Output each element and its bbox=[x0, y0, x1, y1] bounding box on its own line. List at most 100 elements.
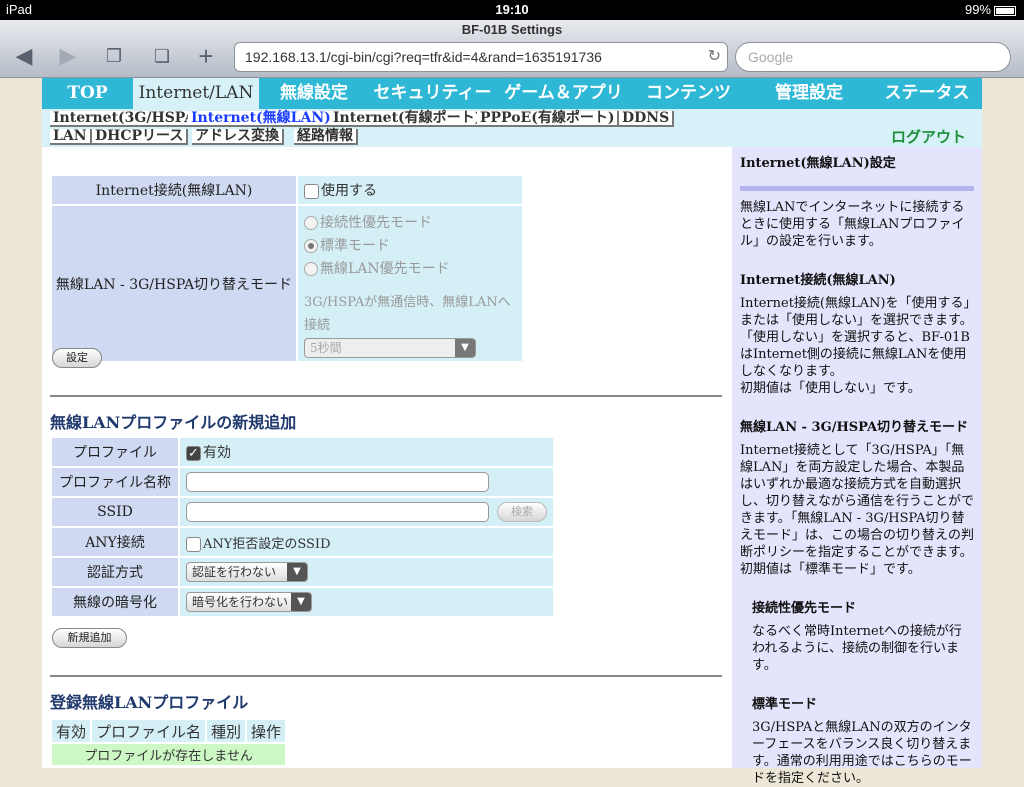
encryption-label: 無線の暗号化 bbox=[50, 586, 180, 618]
ios-status-bar: iPad 19:10 99% bbox=[0, 0, 1024, 20]
search-input[interactable]: Google bbox=[735, 42, 1011, 72]
clock: 19:10 bbox=[495, 2, 529, 17]
auth-method-label: 認証方式 bbox=[50, 556, 180, 588]
battery-icon bbox=[994, 5, 1016, 16]
bookmarks-icon[interactable]: ❏ bbox=[148, 42, 176, 70]
help-connectivity-text: なるべく常時Internetへの接続が行われるように、接続の制御を行います。 bbox=[752, 624, 962, 673]
chevron-down-icon: ▼ bbox=[291, 593, 311, 611]
enabled-label: 有効 bbox=[203, 445, 231, 461]
help-internet-text: Internet接続(無線LAN)を「使用する」または「使用しない」を選択できま… bbox=[740, 296, 973, 379]
profile-name-cell bbox=[178, 466, 555, 498]
tab-internet-lan[interactable]: Internet/LAN bbox=[133, 78, 259, 109]
pages-icon[interactable]: ❐ bbox=[100, 42, 128, 70]
help-title: Internet(無線LAN)設定 bbox=[740, 156, 896, 171]
encryption-cell: 暗号化を行わない ▼ bbox=[178, 586, 555, 618]
use-label: 使用する bbox=[321, 183, 377, 199]
fallback-label: 3G/HSPAが無通信時、無線LANへ接続 bbox=[304, 295, 511, 333]
ssid-input[interactable] bbox=[186, 502, 489, 522]
profile-name-input[interactable] bbox=[186, 472, 489, 492]
registered-profiles-table: 有効 プロファイル名 種別 操作 プロファイルが存在しません bbox=[49, 718, 288, 767]
browser-page-title: BF-01B Settings bbox=[461, 22, 563, 37]
reload-icon[interactable]: ↻ bbox=[708, 43, 721, 71]
new-profile-heading: 無線LANプロファイルの新規追加 bbox=[50, 413, 297, 432]
url-text: 192.168.13.1/cgi-bin/cgi?req=tfr&id=4&ra… bbox=[245, 49, 602, 65]
tab-top[interactable]: TOP bbox=[42, 78, 133, 109]
profile-enabled-checkbox[interactable]: ✓ bbox=[186, 445, 201, 461]
profile-name-label: プロファイル名称 bbox=[50, 466, 180, 498]
registered-profiles-heading: 登録無線LANプロファイル bbox=[50, 693, 249, 712]
new-profile-table: プロファイル ✓ 有効 プロファイル名称 SSID 検索 ANY接続 ANY拒否設… bbox=[50, 436, 555, 618]
use-checkbox-cell: 使用する bbox=[296, 174, 524, 206]
subtab-lan[interactable]: LAN bbox=[50, 129, 92, 145]
chevron-down-icon: ▼ bbox=[455, 339, 475, 357]
subtab-ddns[interactable]: DDNS bbox=[619, 111, 675, 127]
mode-option-standard[interactable]: 標準モード bbox=[304, 235, 521, 258]
back-icon[interactable]: ◀ bbox=[10, 42, 38, 70]
section-divider bbox=[50, 675, 722, 677]
subtab-internet-3g[interactable]: Internet(3G/HSPA) bbox=[50, 111, 207, 127]
fallback-select[interactable]: 5秒間 ▼ bbox=[304, 338, 476, 358]
help-standard-title: 標準モード bbox=[752, 697, 818, 712]
battery-indicator: 99% bbox=[965, 2, 1016, 17]
ssid-label: SSID bbox=[50, 496, 180, 528]
submit-settings-button[interactable]: 設定 bbox=[52, 348, 102, 368]
radio-standard[interactable] bbox=[304, 239, 318, 253]
chevron-down-icon: ▼ bbox=[287, 563, 307, 581]
help-mode-default: 初期値は「標準モード」です。 bbox=[740, 562, 921, 577]
radio-wlan-priority[interactable] bbox=[304, 262, 318, 276]
router-settings-page: TOP Internet/LAN 無線設定 セキュリティー ゲーム＆アプリ コン… bbox=[42, 78, 982, 786]
help-internet-title: Internet接続(無線LAN) bbox=[740, 273, 896, 288]
address-bar[interactable]: 192.168.13.1/cgi-bin/cgi?req=tfr&id=4&ra… bbox=[234, 42, 728, 72]
use-checkbox[interactable] bbox=[304, 183, 319, 199]
auth-method-select[interactable]: 認証を行わない ▼ bbox=[186, 562, 308, 582]
browser-toolbar: BF-01B Settings ◀ ▶ ❐ ❏ + 192.168.13.1/c… bbox=[0, 20, 1024, 78]
forward-icon[interactable]: ▶ bbox=[54, 42, 82, 70]
subtab-route-info[interactable]: 経路情報 bbox=[294, 129, 358, 145]
tab-admin[interactable]: 管理設定 bbox=[746, 78, 872, 109]
help-internet-default: 初期値は「使用しない」です。 bbox=[740, 381, 921, 396]
column-enabled: 有効 bbox=[49, 718, 93, 744]
help-mode-title: 無線LAN - 3G/HSPA切り替えモード bbox=[740, 420, 969, 435]
help-connectivity-title: 接続性優先モード bbox=[752, 601, 857, 616]
mode-option-connectivity[interactable]: 接続性優先モード bbox=[304, 212, 521, 235]
column-type: 種別 bbox=[205, 718, 248, 744]
add-icon[interactable]: + bbox=[192, 42, 220, 70]
mode-option-wlan-priority[interactable]: 無線LAN優先モード bbox=[304, 258, 521, 281]
main-nav: TOP Internet/LAN 無線設定 セキュリティー ゲーム＆アプリ コン… bbox=[42, 78, 982, 109]
help-sidebar: Internet(無線LAN)設定 無線LANでインターネットに接続するときに使… bbox=[732, 147, 982, 786]
any-connection-cell: ANY拒否設定のSSID bbox=[178, 526, 555, 558]
empty-message: プロファイルが存在しません bbox=[49, 742, 288, 767]
help-divider bbox=[740, 186, 974, 191]
encryption-select[interactable]: 暗号化を行わない ▼ bbox=[186, 592, 312, 612]
tab-status[interactable]: ステータス bbox=[872, 78, 982, 109]
column-operation: 操作 bbox=[245, 718, 288, 744]
auth-method-cell: 認証を行わない ▼ bbox=[178, 556, 555, 588]
add-profile-button[interactable]: 新規追加 bbox=[52, 628, 127, 648]
any-connection-label: ANY接続 bbox=[50, 526, 180, 558]
ssid-cell: 検索 bbox=[178, 496, 555, 528]
profile-enabled-cell: ✓ 有効 bbox=[178, 436, 555, 468]
subtab-address-translation[interactable]: アドレス変換 bbox=[192, 129, 284, 145]
sub-nav: Internet(3G/HSPA) Internet(無線LAN) Intern… bbox=[42, 109, 982, 147]
switch-mode-cell: 接続性優先モード 標準モード 無線LAN優先モード 3G/HSPAが無通信時、無… bbox=[296, 204, 524, 363]
section-divider bbox=[50, 395, 722, 397]
tab-contents[interactable]: コンテンツ bbox=[631, 78, 746, 109]
column-profile-name: プロファイル名 bbox=[90, 718, 208, 744]
subtab-internet-wired[interactable]: Internet(有線ポート) bbox=[330, 111, 487, 127]
ssid-search-button[interactable]: 検索 bbox=[497, 502, 547, 522]
any-ssid-checkbox[interactable] bbox=[186, 536, 201, 552]
internet-wlan-label: Internet接続(無線LAN) bbox=[50, 174, 298, 206]
tab-games-apps[interactable]: ゲーム＆アプリ bbox=[496, 78, 631, 109]
subtab-internet-wlan[interactable]: Internet(無線LAN) bbox=[188, 111, 336, 127]
subtab-pppoe[interactable]: PPPoE(有線ポート) bbox=[477, 111, 620, 127]
help-standard-text: 3G/HSPAと無線LANの双方のインターフェースをバランス良く切り替えます。通… bbox=[752, 720, 972, 786]
help-intro: 無線LANでインターネットに接続するときに使用する「無線LANプロファイル」の設… bbox=[740, 200, 965, 249]
logout-link[interactable]: ログアウト bbox=[891, 126, 966, 147]
profile-label: プロファイル bbox=[50, 436, 180, 468]
subtab-dhcp-lease[interactable]: DHCPリース bbox=[92, 129, 189, 145]
tab-security[interactable]: セキュリティー bbox=[369, 78, 496, 109]
switch-mode-label: 無線LAN - 3G/HSPA切り替えモード bbox=[50, 204, 298, 363]
help-mode-text: Internet接続として「3G/HSPA」「無線LAN」を両方設定した場合、本… bbox=[740, 443, 975, 560]
radio-connectivity[interactable] bbox=[304, 216, 318, 230]
tab-wireless[interactable]: 無線設定 bbox=[259, 78, 369, 109]
